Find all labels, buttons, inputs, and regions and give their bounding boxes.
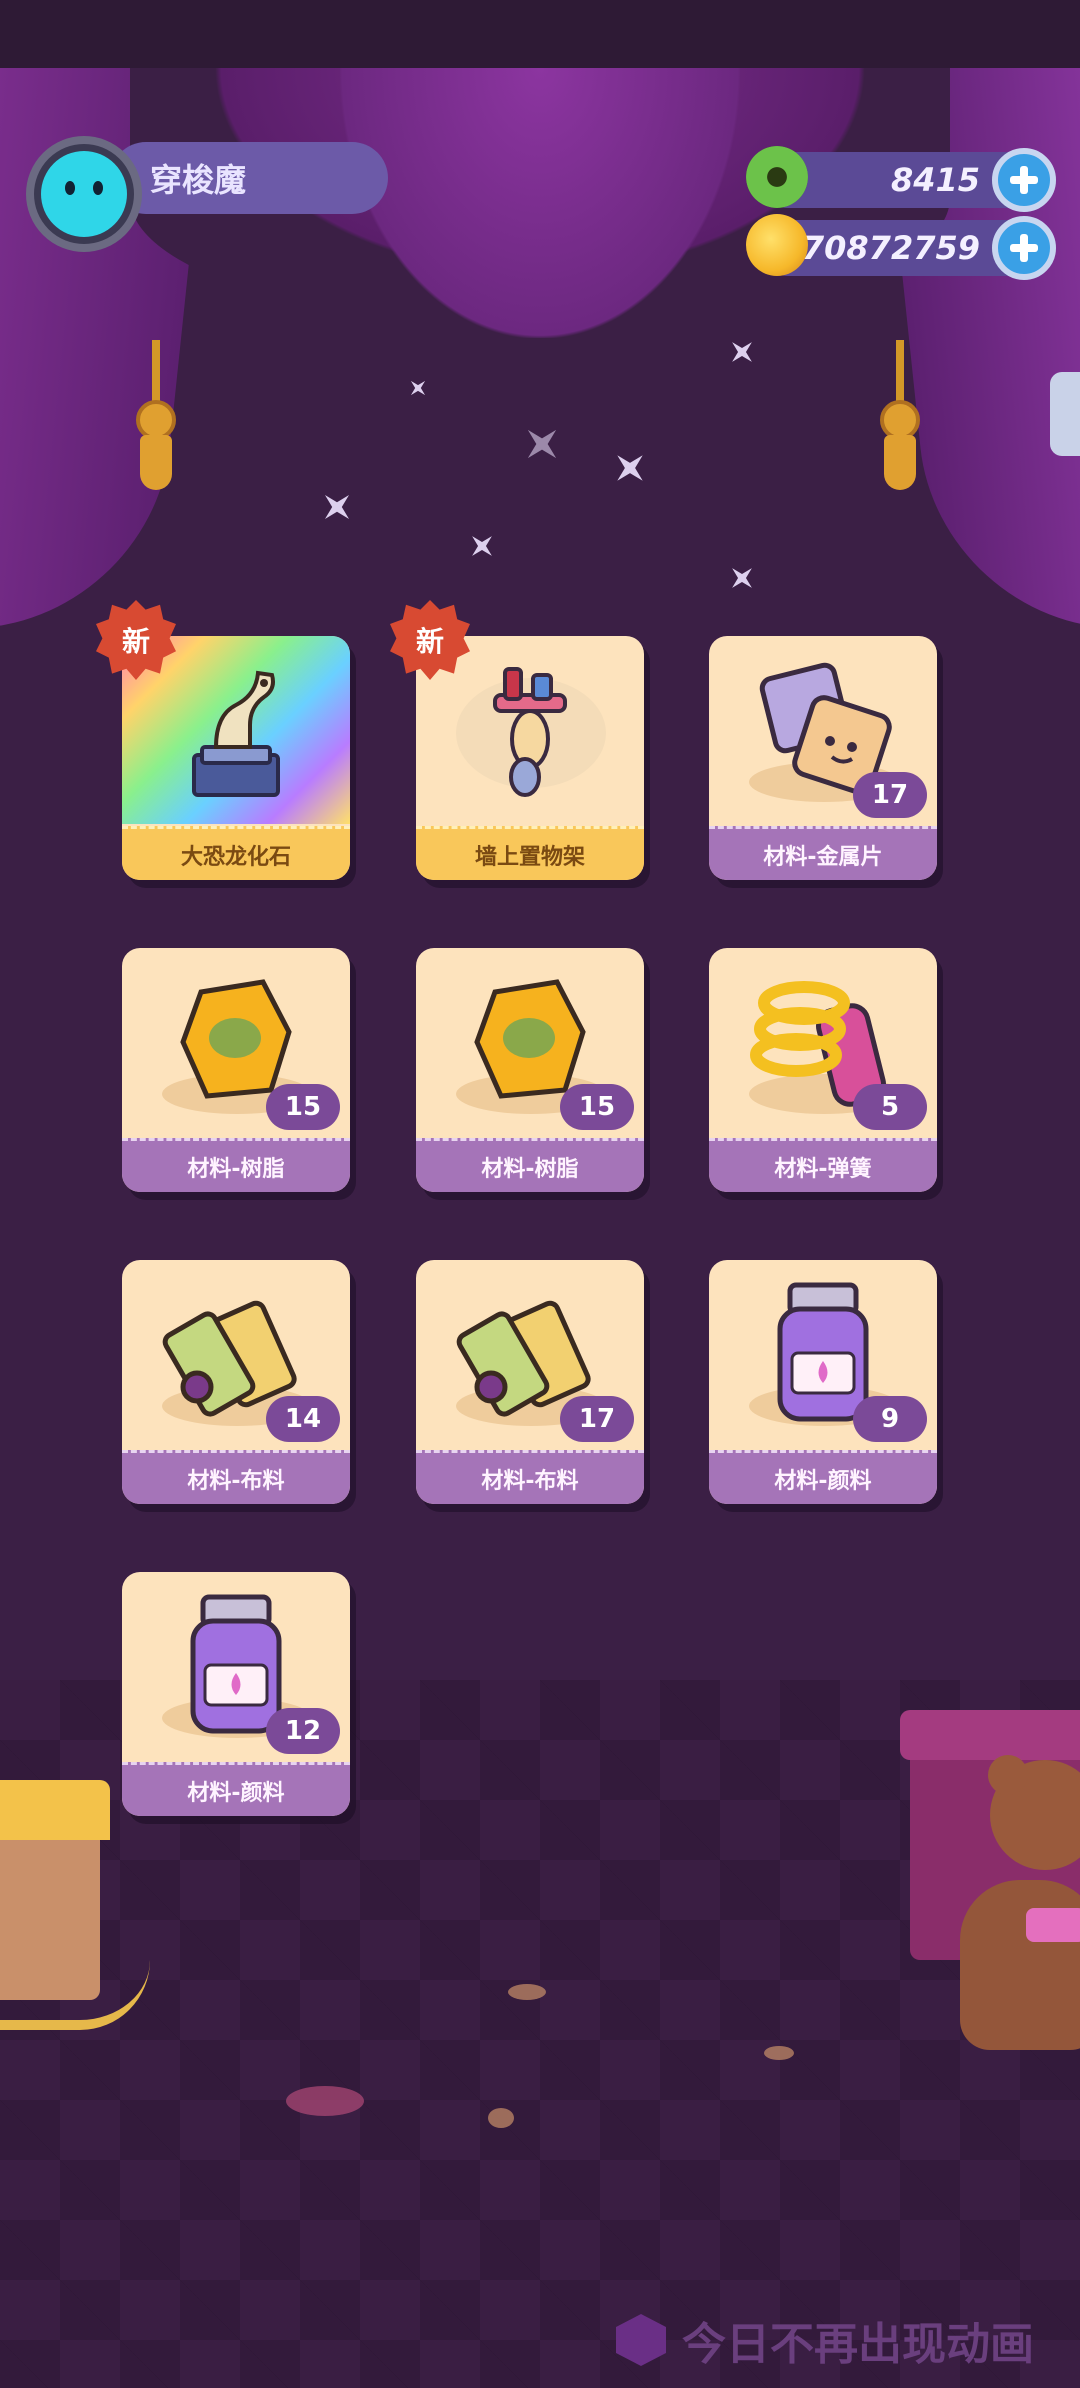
item-count-badge: 14 bbox=[266, 1396, 340, 1442]
item-label: 材料-颜料 bbox=[774, 1468, 872, 1494]
item-label-bar: 材料-金属片 bbox=[709, 826, 937, 880]
item-label-bar: 材料-颜料 bbox=[709, 1450, 937, 1504]
skip-animation-label: 今日不再出现动画 bbox=[682, 2319, 1034, 2370]
left-tassel-icon bbox=[126, 340, 186, 490]
teddy-bear-body-decoration bbox=[960, 1880, 1080, 2050]
item-card[interactable]: 17 材料-布料 bbox=[416, 1260, 644, 1504]
player-name: 穿梭魔 bbox=[150, 161, 247, 199]
player-avatar[interactable] bbox=[26, 136, 142, 252]
gift-box-lid-decoration bbox=[900, 1710, 1080, 1760]
item-label: 材料-树脂 bbox=[187, 1156, 285, 1182]
curtain-valance-inner bbox=[340, 68, 740, 338]
pink-bow-decoration bbox=[1026, 1908, 1080, 1942]
gold-planet-icon bbox=[746, 214, 808, 276]
item-count: 15 bbox=[284, 1092, 322, 1122]
player-name-pill[interactable]: 穿梭魔 bbox=[110, 142, 388, 214]
right-tassel-icon bbox=[870, 340, 930, 490]
item-card[interactable]: 墙上置物架 bbox=[416, 636, 644, 880]
teddy-bear-ear-decoration bbox=[988, 1755, 1028, 1795]
item-card[interactable]: 5 材料-弹簧 bbox=[709, 948, 937, 1192]
item-label-bar: 材料-弹簧 bbox=[709, 1138, 937, 1192]
skip-animation-toggle[interactable]: 今日不再出现动画 bbox=[616, 2310, 1034, 2370]
item-label: 材料-树脂 bbox=[481, 1156, 579, 1182]
item-count-badge: 12 bbox=[266, 1708, 340, 1754]
item-count: 5 bbox=[880, 1092, 900, 1122]
item-card[interactable]: 大恐龙化石 bbox=[122, 636, 350, 880]
item-card[interactable]: 12 材料-颜料 bbox=[122, 1572, 350, 1816]
petal-decoration bbox=[286, 2086, 364, 2116]
gem-amount: 8415 bbox=[890, 161, 980, 199]
item-card[interactable]: 15 材料-树脂 bbox=[122, 948, 350, 1192]
item-count: 14 bbox=[284, 1404, 322, 1434]
item-label: 大恐龙化石 bbox=[180, 844, 291, 870]
item-label: 材料-金属片 bbox=[763, 844, 883, 870]
item-label-bar: 材料-树脂 bbox=[416, 1138, 644, 1192]
item-label-bar: 墙上置物架 bbox=[416, 826, 644, 880]
side-scissors-icon[interactable] bbox=[1050, 372, 1080, 456]
item-count-badge: 17 bbox=[560, 1396, 634, 1442]
item-count-badge: 9 bbox=[853, 1396, 927, 1442]
item-label-bar: 大恐龙化石 bbox=[122, 826, 350, 880]
item-count: 17 bbox=[871, 780, 909, 810]
wall-shelf-icon bbox=[493, 667, 567, 797]
item-card[interactable]: 9 材料-颜料 bbox=[709, 1260, 937, 1504]
item-count-badge: 5 bbox=[853, 1084, 927, 1130]
cardboard-box-lid-decoration bbox=[0, 1780, 110, 1840]
item-label-bar: 材料-树脂 bbox=[122, 1138, 350, 1192]
new-badge-text: 新 bbox=[415, 625, 444, 658]
item-card[interactable]: 14 材料-布料 bbox=[122, 1260, 350, 1504]
petal-decoration bbox=[508, 1984, 546, 2000]
add-gem-button[interactable] bbox=[992, 148, 1056, 212]
cat-face-icon bbox=[41, 151, 127, 237]
dinosaur-fossil-icon bbox=[192, 670, 280, 797]
item-count: 9 bbox=[880, 1404, 900, 1434]
item-count-badge: 17 bbox=[853, 772, 927, 818]
coin-currency-bar: 70872759 bbox=[746, 214, 1056, 280]
item-label: 材料-布料 bbox=[187, 1468, 285, 1494]
item-label: 材料-弹簧 bbox=[774, 1156, 872, 1182]
item-label-bar: 材料-颜料 bbox=[122, 1762, 350, 1816]
item-label-bar: 材料-布料 bbox=[122, 1450, 350, 1504]
green-donut-icon bbox=[746, 146, 808, 208]
item-card[interactable]: 15 材料-树脂 bbox=[416, 948, 644, 1192]
item-count: 12 bbox=[284, 1716, 322, 1746]
item-count: 17 bbox=[578, 1404, 616, 1434]
coin-amount: 70872759 bbox=[801, 229, 980, 267]
petal-decoration bbox=[764, 2046, 794, 2060]
new-badge-text: 新 bbox=[121, 625, 150, 658]
add-coin-button[interactable] bbox=[992, 216, 1056, 280]
item-count-badge: 15 bbox=[266, 1084, 340, 1130]
item-card[interactable]: 17 材料-金属片 bbox=[709, 636, 937, 880]
gem-currency-bar: 8415 bbox=[746, 146, 1056, 212]
item-label: 墙上置物架 bbox=[474, 844, 585, 870]
item-count-badge: 15 bbox=[560, 1084, 634, 1130]
item-count: 15 bbox=[578, 1092, 616, 1122]
top-status-bar bbox=[0, 0, 1080, 68]
hexagon-checkbox-icon[interactable] bbox=[616, 2314, 666, 2366]
item-label-bar: 材料-布料 bbox=[416, 1450, 644, 1504]
petal-decoration bbox=[488, 2108, 514, 2128]
item-label: 材料-颜料 bbox=[187, 1780, 285, 1806]
item-label: 材料-布料 bbox=[481, 1468, 579, 1494]
